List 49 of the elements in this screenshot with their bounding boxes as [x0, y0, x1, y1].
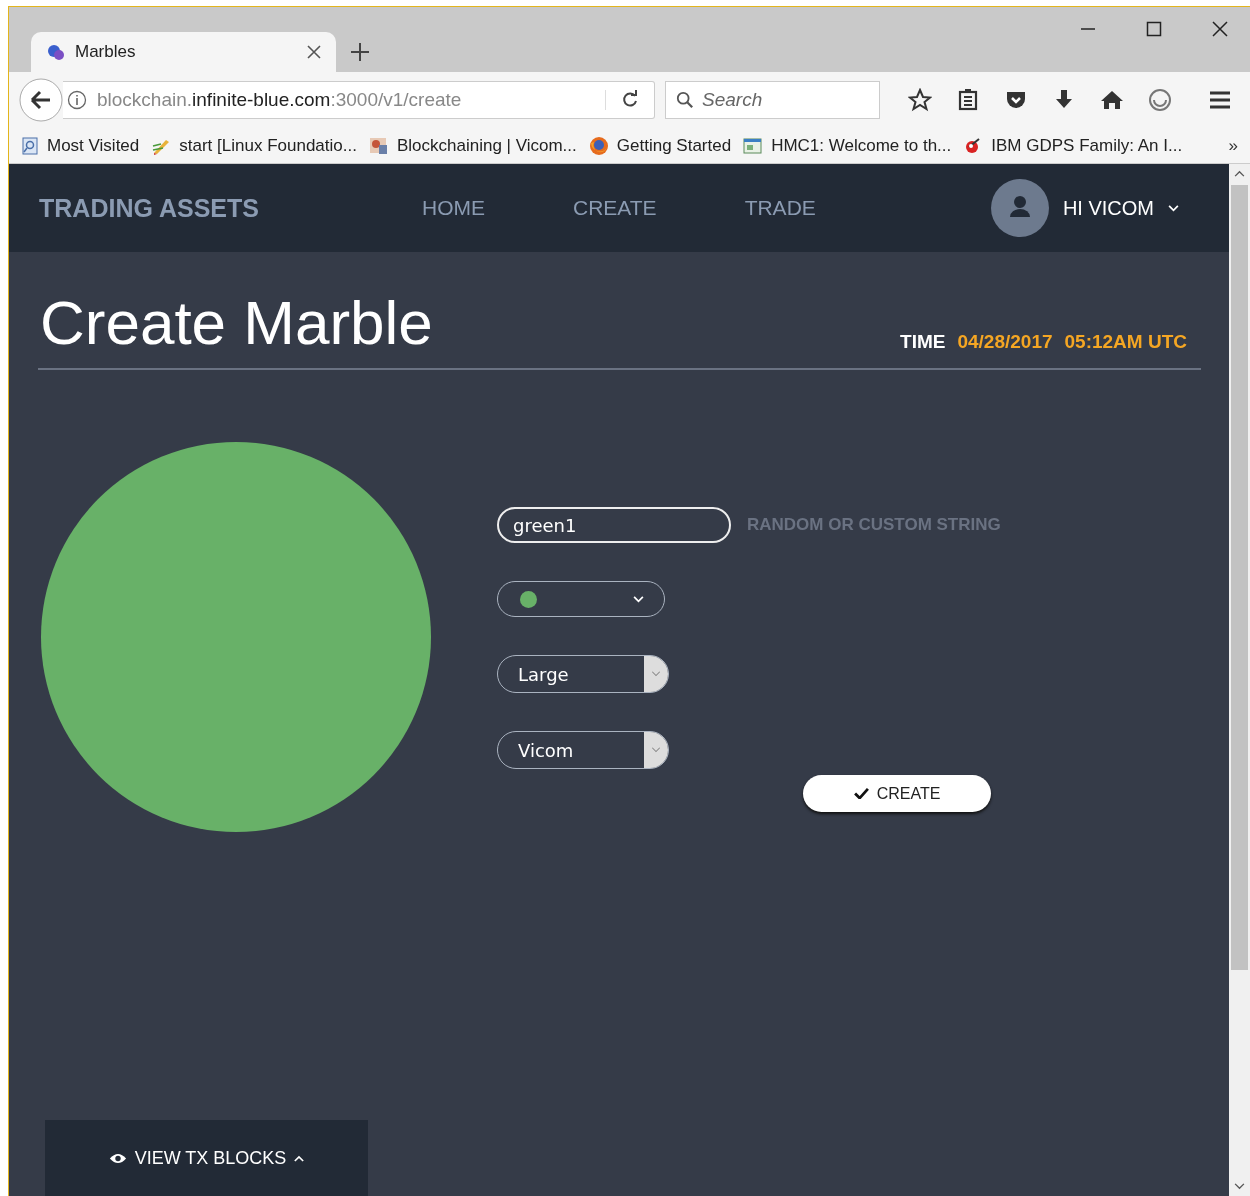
search-icon: [676, 91, 694, 109]
name-hint: RANDOM OR CUSTOM STRING: [747, 515, 1001, 535]
close-icon[interactable]: [1212, 21, 1228, 37]
check-icon: [853, 788, 869, 799]
search-field[interactable]: Search: [665, 81, 880, 119]
window-icon: [743, 135, 764, 156]
clipboard-icon[interactable]: [956, 88, 980, 112]
time-value: 05:12AM UTC: [1064, 331, 1187, 353]
more-bookmarks-button[interactable]: »: [1228, 135, 1238, 156]
scroll-up-icon[interactable]: [1234, 170, 1245, 177]
bookmark-item[interactable]: Most Visited: [21, 135, 140, 156]
brand-title: TRADING ASSETS: [39, 193, 260, 223]
address-field[interactable]: blockchain.infinite-blue.com:3000/v1/create: [63, 81, 655, 119]
home-icon[interactable]: [1100, 88, 1124, 112]
page-title: Create Marble: [40, 292, 433, 354]
page-icon: [21, 136, 39, 155]
bookmark-item[interactable]: start [Linux Foundatio...: [151, 135, 357, 156]
create-button[interactable]: CREATE: [803, 775, 991, 812]
globe-icon: [588, 135, 609, 156]
nav-link[interactable]: CREATE: [573, 196, 657, 220]
caret-icon: [633, 595, 644, 603]
info-icon[interactable]: [67, 90, 87, 110]
date-value: 04/28/2017: [957, 331, 1053, 353]
bookmark-item[interactable]: Getting Started: [588, 135, 732, 156]
caret-icon: [1168, 204, 1179, 212]
avatar-icon: [990, 179, 1049, 237]
caret-icon: [651, 671, 661, 677]
scrollbar[interactable]: [1229, 164, 1250, 1196]
user-menu[interactable]: HI VICOM: [990, 179, 1179, 237]
marbles-icon: [47, 43, 65, 61]
close-tab-icon[interactable]: [306, 44, 322, 60]
maximize-icon[interactable]: [1146, 21, 1162, 37]
bookmark-item[interactable]: IBM GDPS Family: An I...: [963, 135, 1183, 156]
name-field[interactable]: green1: [497, 507, 731, 543]
caret-up-icon: [294, 1154, 305, 1162]
browser-tab[interactable]: Marbles: [31, 32, 336, 72]
image-icon: [368, 135, 389, 156]
time-label: TIME: [900, 331, 946, 353]
caret-icon: [651, 747, 661, 753]
scroll-down-icon[interactable]: [1234, 1183, 1245, 1190]
star-icon[interactable]: [908, 88, 932, 112]
bookmark-item[interactable]: Blockchaining | Vicom...: [368, 135, 577, 156]
nav-link[interactable]: TRADE: [744, 196, 816, 220]
new-tab-icon[interactable]: [350, 42, 370, 62]
nav-link[interactable]: HOME: [422, 196, 485, 220]
tab-title: Marbles: [75, 42, 137, 62]
view-tx-blocks-button[interactable]: VIEW TX BLOCKS: [45, 1120, 368, 1196]
eye-icon: [108, 1152, 127, 1164]
bookmark-item[interactable]: HMC1: Welcome to th...: [743, 135, 952, 156]
